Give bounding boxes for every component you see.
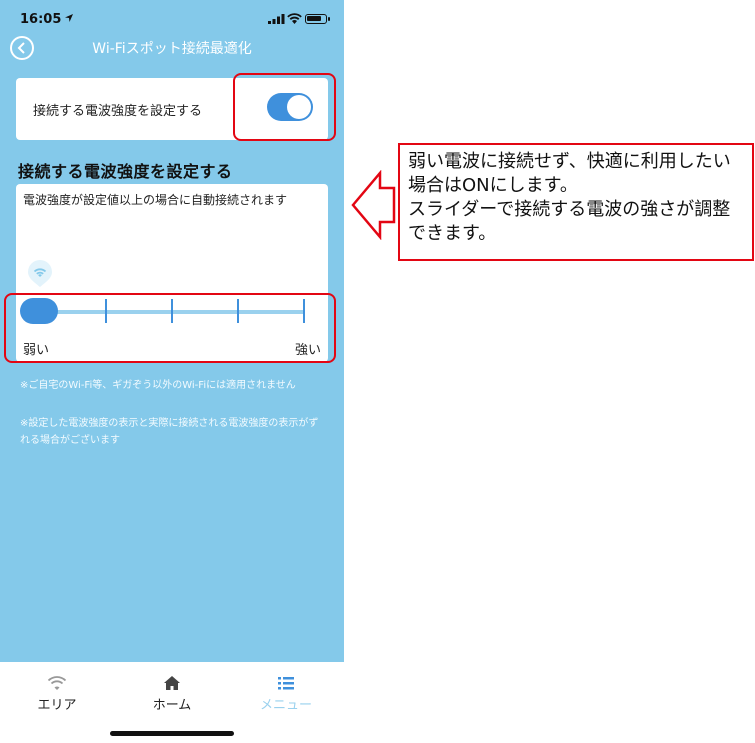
menu-list-icon bbox=[278, 677, 294, 690]
home-indicator bbox=[110, 731, 234, 736]
slider-card: 電波強度が設定値以上の場合に自動接続されます 弱い 強い bbox=[16, 184, 328, 362]
section-heading: 接続する電波強度を設定する bbox=[18, 162, 233, 181]
status-bar: 16:05 bbox=[0, 0, 344, 30]
tab-label: ホーム bbox=[152, 698, 192, 713]
note-text: ※設定した電波強度の表示と実際に接続される電波強度の表示がずれる場合がございます bbox=[20, 418, 319, 446]
tab-area[interactable]: エリア bbox=[0, 662, 114, 722]
signal-strength-switch[interactable] bbox=[267, 93, 313, 121]
slider-thumb[interactable] bbox=[20, 298, 58, 324]
tab-label: エリア bbox=[37, 698, 77, 713]
slider-max-label: 強い bbox=[294, 343, 321, 358]
slider-tick bbox=[303, 299, 305, 323]
wifi-status-icon bbox=[287, 13, 302, 24]
tab-label: メニュー bbox=[259, 698, 312, 713]
wifi-pin-icon bbox=[28, 260, 52, 287]
slider-track[interactable] bbox=[22, 310, 304, 314]
cellular-signal-icon bbox=[268, 14, 285, 24]
tab-home[interactable]: ホーム bbox=[115, 662, 229, 722]
battery-icon bbox=[305, 14, 330, 24]
slider-min-label: 弱い bbox=[23, 343, 50, 358]
switch-knob bbox=[287, 95, 311, 119]
home-icon bbox=[164, 676, 180, 690]
callout-arrow-icon bbox=[351, 170, 396, 240]
toggle-label: 接続する電波強度を設定する bbox=[33, 104, 203, 119]
phone-screen: 16:05 Wi-Fiスポット接続最適化 接続する電波強度を設定する 接続する電… bbox=[0, 0, 344, 743]
callout-text: 弱い電波に接続せず、快適に利用したい場合はONにします。 スライダーで接続する電… bbox=[398, 143, 754, 261]
note-text: ※ご自宅のWi-Fi等、ギガぞう以外のWi-Fiには適用されません bbox=[20, 380, 296, 391]
slider-tick bbox=[105, 299, 107, 323]
slider-tick bbox=[237, 299, 239, 323]
page-title: Wi-Fiスポット接続最適化 bbox=[92, 41, 252, 57]
location-arrow-icon bbox=[65, 14, 73, 22]
wifi-icon bbox=[47, 676, 67, 690]
status-time: 16:05 bbox=[20, 12, 62, 27]
slider-description: 電波強度が設定値以上の場合に自動接続されます bbox=[23, 193, 288, 207]
tab-menu[interactable]: メニュー bbox=[229, 662, 343, 722]
slider-tick bbox=[171, 299, 173, 323]
